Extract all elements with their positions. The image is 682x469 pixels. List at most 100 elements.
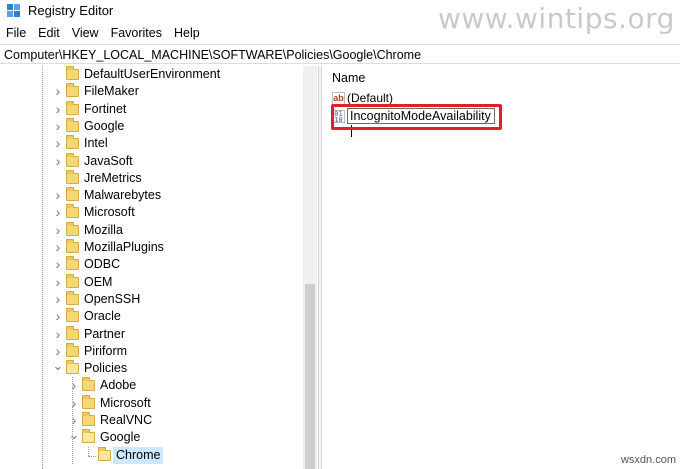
address-bar[interactable]: Computer\HKEY_LOCAL_MACHINE\SOFTWARE\Pol… xyxy=(0,44,680,64)
folder-icon xyxy=(66,187,79,202)
folder-icon xyxy=(66,100,79,115)
tree-connector-line xyxy=(88,455,96,457)
tree-item[interactable]: › Malwarebytes xyxy=(52,187,161,204)
expand-chevron-icon[interactable]: › xyxy=(52,118,64,135)
expand-chevron-icon[interactable]: › xyxy=(52,101,64,118)
folder-icon xyxy=(66,135,79,150)
tree-vertical-scrollbar[interactable] xyxy=(303,66,317,469)
folder-icon xyxy=(66,308,79,323)
folder-icon xyxy=(66,290,79,305)
folder-icon xyxy=(82,394,95,409)
expand-chevron-icon[interactable]: › xyxy=(68,395,80,412)
folder-icon xyxy=(66,256,79,271)
tree-scrollbar-thumb[interactable] xyxy=(305,284,315,469)
folder-icon xyxy=(66,239,79,253)
tree-item-label: Google xyxy=(100,430,141,445)
tree-item-label: OpenSSH xyxy=(84,291,141,306)
watermark-text: www.wintips.org xyxy=(438,2,675,35)
menu-favorites[interactable]: Favorites xyxy=(105,24,168,44)
value-name-default: (Default) xyxy=(347,91,394,105)
menu-bar: File Edit View Favorites Help xyxy=(0,24,206,44)
highlight-annotation xyxy=(331,104,502,130)
menu-view[interactable]: View xyxy=(66,24,105,44)
tree-item[interactable]: › Intel xyxy=(52,135,108,152)
folder-icon xyxy=(66,342,79,357)
collapse-chevron-icon[interactable]: ⌄ xyxy=(52,357,64,374)
tree-item-label: MozillaPlugins xyxy=(84,240,164,254)
expand-chevron-icon[interactable]: › xyxy=(52,326,64,343)
window-title: Registry Editor xyxy=(28,3,114,18)
tree-item-label: Chrome xyxy=(113,446,164,464)
expand-chevron-icon[interactable]: › xyxy=(52,239,64,256)
tree-item[interactable]: › FileMaker xyxy=(52,83,139,100)
tree-item[interactable]: › ODBC xyxy=(52,256,120,273)
tree-item[interactable]: JreMetrics xyxy=(52,169,142,187)
tree-item-label: Microsoft xyxy=(100,395,151,410)
folder-open-icon xyxy=(66,360,79,375)
tree-item[interactable]: ⌄ Google xyxy=(68,426,141,446)
registry-key-tree: DefaultUserEnvironment › FileMaker › Fortine… xyxy=(0,66,318,469)
menu-help[interactable]: Help xyxy=(168,24,206,44)
folder-icon xyxy=(66,83,79,98)
tree-item[interactable]: › Adobe xyxy=(68,377,136,394)
name-column-header[interactable]: Name xyxy=(332,71,365,85)
tree-item-label: Microsoft xyxy=(84,205,135,220)
expand-chevron-icon[interactable]: › xyxy=(52,187,64,204)
expand-chevron-icon[interactable]: › xyxy=(68,377,80,394)
menu-edit[interactable]: Edit xyxy=(32,24,66,44)
registry-editor-icon xyxy=(7,4,20,17)
collapse-chevron-icon[interactable]: ⌄ xyxy=(68,426,80,443)
tree-item[interactable]: › JavaSoft xyxy=(52,152,133,170)
tree-item-label: Google xyxy=(84,118,125,133)
menu-file[interactable]: File xyxy=(0,24,32,44)
expand-chevron-icon[interactable]: › xyxy=(52,256,64,273)
tree-item[interactable]: DefaultUserEnvironment xyxy=(52,66,220,83)
expand-chevron-icon[interactable]: › xyxy=(52,308,64,325)
expand-chevron-icon[interactable]: › xyxy=(52,135,64,152)
tree-item[interactable]: › Microsoft xyxy=(68,394,151,412)
tree-item-label: Policies xyxy=(84,361,128,376)
tree-item-label: Fortinet xyxy=(84,101,127,116)
tree-item-label: Intel xyxy=(84,136,108,151)
tree-item[interactable]: › Fortinet xyxy=(52,100,127,118)
tree-item-label: RealVNC xyxy=(100,413,153,427)
folder-icon xyxy=(66,204,79,219)
tree-item-label: JavaSoft xyxy=(84,153,133,168)
tree-item[interactable]: › Google xyxy=(52,117,125,135)
expand-chevron-icon[interactable]: › xyxy=(52,204,64,221)
tree-item-label: Oracle xyxy=(84,309,121,324)
tree-item[interactable]: ⌄ Policies xyxy=(52,357,128,377)
tree-item-label: Malwarebytes xyxy=(84,188,162,203)
folder-icon xyxy=(66,325,79,340)
tree-item-label: JreMetrics xyxy=(84,170,142,185)
tree-item[interactable]: › OpenSSH xyxy=(52,290,141,308)
tree-item[interactable]: › RealVNC xyxy=(68,412,152,429)
expand-chevron-icon[interactable]: › xyxy=(52,291,64,308)
tree-item[interactable]: › Oracle xyxy=(52,308,121,325)
tree-item[interactable]: › MozillaPlugins xyxy=(52,239,164,256)
credit-text: wsxdn.com xyxy=(620,454,676,466)
tree-connector-line xyxy=(72,377,73,464)
folder-icon xyxy=(66,152,79,167)
tree-item-label: Partner xyxy=(84,326,125,341)
folder-icon xyxy=(82,412,95,426)
expand-chevron-icon[interactable]: › xyxy=(52,83,64,100)
folder-icon xyxy=(66,221,79,236)
folder-icon xyxy=(66,117,79,132)
folder-open-icon xyxy=(82,429,95,444)
tree-item[interactable]: › Microsoft xyxy=(52,204,135,221)
tree-connector-line xyxy=(88,446,89,456)
folder-icon xyxy=(98,446,111,461)
tree-item[interactable]: › Partner xyxy=(52,325,125,343)
tree-connector-line xyxy=(42,66,43,469)
tree-item[interactable]: › OEM xyxy=(52,273,112,291)
expand-chevron-icon[interactable]: › xyxy=(52,222,64,239)
folder-icon xyxy=(66,273,79,288)
expand-chevron-icon[interactable]: › xyxy=(52,153,64,170)
expand-chevron-icon[interactable]: › xyxy=(52,274,64,291)
tree-item[interactable]: › Mozilla xyxy=(52,221,123,239)
tree-item-label: Adobe xyxy=(100,378,137,393)
tree-item-label: Piriform xyxy=(84,343,128,358)
